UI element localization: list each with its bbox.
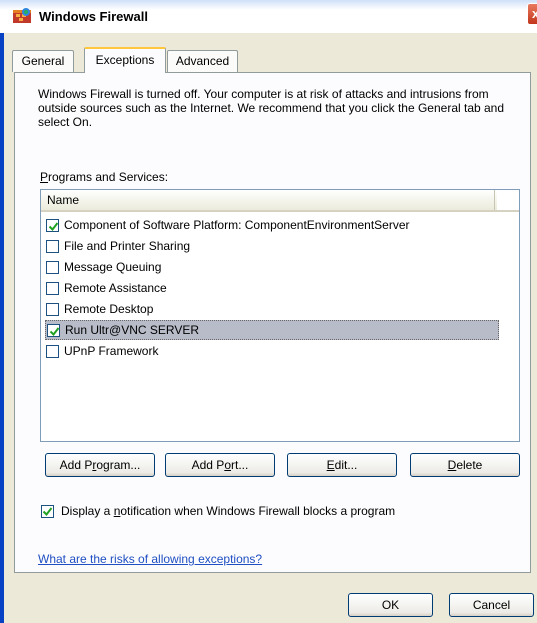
item-checkbox[interactable] — [46, 303, 59, 316]
checkmark-icon — [49, 327, 60, 337]
tab-exceptions[interactable]: Exceptions — [84, 47, 166, 73]
add-port-button[interactable]: Add Port... — [165, 453, 275, 477]
notification-checkbox[interactable] — [41, 505, 54, 518]
checkmark-icon — [42, 507, 53, 517]
tab-advanced[interactable]: Advanced — [167, 50, 238, 72]
window-frame-left — [0, 33, 4, 623]
list-item[interactable]: File and Printer Sharing — [45, 237, 499, 257]
checkmark-icon — [48, 222, 59, 232]
item-label: Remote Assistance — [64, 281, 167, 295]
tab-label: Exceptions — [95, 53, 155, 67]
window-title: Windows Firewall — [39, 9, 148, 24]
list-item[interactable]: UPnP Framework — [45, 342, 499, 362]
notification-label[interactable]: Display a notification when Windows Fire… — [61, 504, 395, 518]
title-bar[interactable]: Windows Firewall x — [0, 0, 537, 33]
item-checkbox[interactable] — [46, 240, 59, 253]
programs-section-label: Programs and Services: — [40, 170, 169, 184]
list-header: Name — [41, 190, 519, 212]
item-checkbox[interactable] — [46, 219, 59, 232]
firewall-warning-text: Windows Firewall is turned off. Your com… — [38, 87, 505, 129]
item-label: Message Queuing — [64, 260, 162, 274]
tab-label: General — [21, 54, 65, 68]
item-checkbox[interactable] — [46, 261, 59, 274]
firewall-shield-icon — [12, 6, 32, 26]
list-item[interactable]: Component of Software Platform: Componen… — [45, 216, 499, 236]
item-label: Component of Software Platform: Componen… — [64, 218, 410, 232]
edit-button[interactable]: Edit... — [287, 453, 397, 477]
item-label: Run Ultr@VNC SERVER — [65, 323, 199, 337]
item-checkbox[interactable] — [46, 282, 59, 295]
cancel-button[interactable]: Cancel — [449, 593, 534, 617]
column-header-name[interactable]: Name — [41, 190, 495, 210]
list-item[interactable]: Remote Assistance — [45, 279, 499, 299]
item-checkbox[interactable] — [47, 324, 60, 337]
list-item[interactable]: Message Queuing — [45, 258, 499, 278]
item-checkbox[interactable] — [46, 345, 59, 358]
delete-button[interactable]: Delete — [410, 453, 520, 477]
item-label: File and Printer Sharing — [64, 239, 191, 253]
tab-general[interactable]: General — [12, 50, 74, 72]
exceptions-risk-link[interactable]: What are the risks of allowing exception… — [38, 552, 262, 566]
item-label: Remote Desktop — [64, 302, 154, 316]
programs-list[interactable]: Name Component of Software Platform: Com… — [40, 189, 520, 442]
item-label: UPnP Framework — [64, 344, 159, 358]
ok-button[interactable]: OK — [348, 593, 433, 617]
list-item[interactable]: Remote Desktop — [45, 300, 499, 320]
column-header-spacer — [497, 190, 519, 210]
close-icon: x — [532, 6, 537, 21]
add-program-button[interactable]: Add Program... — [45, 453, 155, 477]
close-button[interactable]: x — [527, 3, 537, 25]
list-item-selected[interactable]: Run Ultr@VNC SERVER — [45, 320, 499, 340]
tab-label: Advanced — [175, 54, 230, 68]
